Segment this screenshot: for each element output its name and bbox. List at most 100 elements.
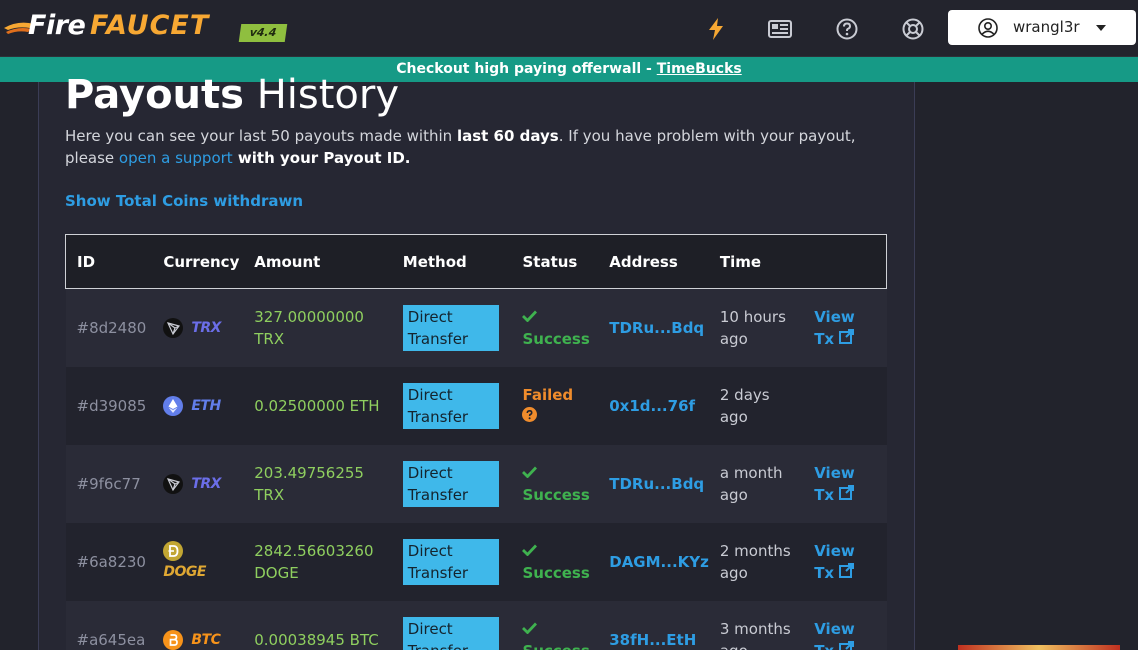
view-tx-link[interactable]: View Tx — [803, 600, 887, 650]
method-cell: Direct Transfer — [391, 444, 512, 523]
header-amount: Amount — [243, 234, 392, 289]
table-row: #6a8230 DOGE 2842.56603260 DOGE Direct Tra… — [65, 522, 887, 601]
logo-faucet-text: FAUCET — [90, 10, 210, 41]
header-currency: Currency — [152, 234, 244, 289]
external-link-icon — [838, 328, 854, 344]
address-link[interactable]: TDRu...Bdq — [598, 444, 709, 523]
amount-value: 327.00000000 — [254, 307, 364, 326]
header-method: Method — [391, 234, 512, 289]
page-title-light: History — [256, 72, 399, 118]
payout-id: #9f6c77 — [65, 444, 153, 523]
open-support-link[interactable]: open a support — [119, 149, 233, 167]
method-line-2: Transfer — [407, 329, 469, 348]
amount-cell: 0.02500000 ETH — [243, 366, 392, 445]
method-line-1: Direct — [407, 307, 453, 326]
intro-bold: last 60 days — [456, 127, 559, 145]
status-cell: Success — [511, 288, 599, 367]
lifebuoy-icon[interactable] — [899, 15, 927, 43]
method-badge: Direct Transfer — [402, 460, 499, 507]
timebucks-link[interactable]: TimeBucks — [657, 61, 742, 77]
username-label: wrangl3r — [1013, 18, 1080, 36]
view-tx-link[interactable]: View Tx — [803, 444, 887, 523]
currency-name: TRX — [191, 475, 221, 492]
status-cell: Success — [511, 444, 599, 523]
method-cell: Direct Transfer — [391, 288, 512, 367]
view-tx-line-2: Tx — [814, 642, 834, 650]
address-link[interactable]: 38fH...EtH — [598, 600, 709, 650]
top-navbar: Fire FAUCET v4.4 wrangl3r — [0, 0, 1138, 57]
user-menu-button[interactable]: wrangl3r — [948, 10, 1136, 45]
method-badge: Direct Transfer — [402, 304, 499, 351]
view-tx-link[interactable]: View Tx — [803, 522, 887, 601]
check-icon — [522, 310, 538, 323]
status-label: Success — [522, 563, 590, 582]
amount-cell: 2842.56603260 DOGE — [243, 522, 392, 601]
time-line-2: ago — [719, 485, 748, 504]
caret-down-icon — [1096, 25, 1106, 31]
check-icon — [522, 544, 538, 557]
doge-coin-icon — [163, 540, 184, 561]
method-line-2: Transfer — [407, 485, 469, 504]
amount-value: 0.00038945 BTC — [254, 630, 379, 649]
site-logo[interactable]: Fire FAUCET v4.4 — [4, 10, 294, 44]
amount-unit: DOGE — [254, 563, 299, 582]
currency-cell: ETH — [152, 366, 244, 445]
status-label: Success — [522, 485, 590, 504]
method-line-2: Transfer — [407, 407, 469, 426]
currency-cell: DOGE — [152, 522, 244, 601]
currency-name: TRX — [191, 319, 221, 336]
method-line-1: Direct — [407, 619, 453, 638]
time-cell: 10 hours ago — [708, 288, 804, 367]
payouts-table: ID Currency Amount Method Status Address… — [65, 234, 888, 650]
time-cell: 3 months ago — [708, 600, 804, 650]
status-label: Failed — [522, 385, 574, 404]
question-circle-icon[interactable] — [522, 406, 538, 422]
page-title: Payouts History — [65, 72, 399, 118]
btc-coin-icon — [163, 629, 184, 650]
table-row: #9f6c77 TRX 203.49756255 TRX Direct Transf… — [65, 444, 887, 523]
time-cell: a month ago — [708, 444, 804, 523]
version-badge: v4.4 — [238, 24, 288, 42]
table-header-row: ID Currency Amount Method Status Address… — [65, 234, 888, 289]
external-link-icon — [838, 640, 854, 650]
time-line-1: 2 days — [719, 385, 770, 404]
view-tx-link[interactable]: View Tx — [803, 288, 887, 367]
time-cell: 2 months ago — [708, 522, 804, 601]
method-line-2: Transfer — [408, 642, 468, 650]
status-cell: Failed — [511, 366, 599, 445]
view-tx-empty — [803, 366, 887, 445]
ad-banner-edge[interactable] — [958, 645, 1120, 650]
help-icon[interactable] — [833, 15, 861, 43]
method-line-1: Direct — [407, 463, 453, 482]
time-line-2: ago — [719, 563, 748, 582]
table-row: #8d2480 TRX 327.00000000 TRX Direct Transf… — [65, 288, 887, 367]
method-line-1: Direct — [407, 385, 453, 404]
amount-value: 0.02500000 ETH — [254, 396, 380, 415]
check-icon — [522, 622, 538, 635]
newspaper-icon[interactable] — [766, 15, 794, 43]
intro-paragraph: Here you can see your last 50 payouts ma… — [65, 125, 895, 169]
method-cell: Direct Transfer — [391, 600, 512, 650]
method-line-2: Transfer — [407, 563, 469, 582]
time-line-2: ago — [720, 642, 748, 650]
method-cell: Direct Transfer — [391, 366, 512, 445]
amount-cell: 0.00038945 BTC — [243, 600, 392, 650]
view-tx-line-1: View — [814, 463, 855, 482]
page-title-bold: Payouts — [65, 72, 244, 118]
status-label: Success — [522, 329, 590, 348]
lightning-icon[interactable] — [702, 15, 730, 43]
time-line-2: ago — [719, 329, 748, 348]
intro-text-3: with your Payout ID. — [232, 149, 411, 167]
show-total-coins-link[interactable]: Show Total Coins withdrawn — [65, 192, 303, 210]
address-link[interactable]: DAGM...KYz — [598, 522, 709, 601]
header-time: Time — [708, 234, 804, 289]
time-line-1: 2 months — [719, 541, 791, 560]
check-icon — [522, 466, 538, 479]
payout-id: #6a8230 — [65, 522, 153, 601]
currency-cell: TRX — [152, 288, 244, 367]
address-link[interactable]: 0x1d...76f — [598, 366, 709, 445]
currency-cell: BTC — [152, 600, 244, 650]
time-line-1: a month — [719, 463, 783, 482]
currency-name: ETH — [191, 397, 221, 414]
address-link[interactable]: TDRu...Bdq — [598, 288, 709, 367]
